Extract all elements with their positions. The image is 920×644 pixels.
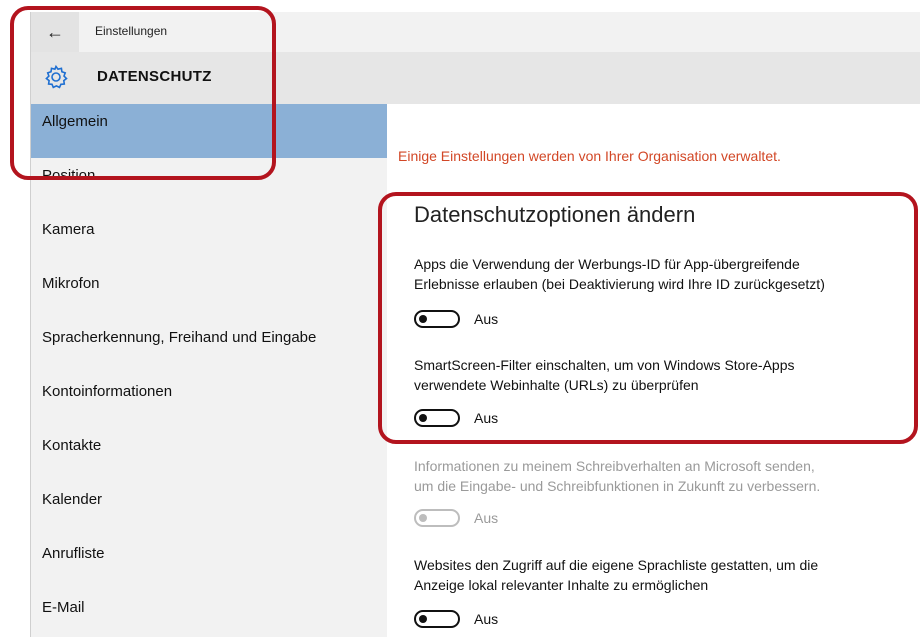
option-description-line: Erlebnisse erlauben (bei Deaktivierung w… bbox=[414, 276, 825, 292]
section-title: Datenschutzoptionen ändern bbox=[414, 202, 696, 227]
option-description-line: verwendete Webinhalte (URLs) zu überprüf… bbox=[414, 377, 699, 393]
title-bar: ← Einstellungen bbox=[31, 12, 920, 52]
toggle-state-label: Aus bbox=[474, 410, 499, 426]
option-description-line: SmartScreen-Filter einschalten, um von W… bbox=[414, 357, 795, 373]
sidebar-item-email[interactable]: E-Mail bbox=[31, 590, 387, 644]
sidebar-item-label: Anrufliste bbox=[42, 545, 105, 562]
language-list-toggle[interactable] bbox=[414, 610, 460, 628]
advertising-id-toggle[interactable] bbox=[414, 310, 460, 328]
option-description: Informationen zu meinem Schreibverhalten… bbox=[414, 456, 914, 496]
sidebar-item-kontoinformationen[interactable]: Kontoinformationen bbox=[31, 374, 387, 428]
option-description-line: Informationen zu meinem Schreibverhalten… bbox=[414, 458, 815, 474]
sidebar-item-kalender[interactable]: Kalender bbox=[31, 482, 387, 536]
sidebar-item-kontakte[interactable]: Kontakte bbox=[31, 428, 387, 482]
toggle-knob bbox=[419, 615, 427, 623]
smartscreen-toggle[interactable] bbox=[414, 409, 460, 427]
sidebar-item-label: Kontakte bbox=[42, 437, 102, 454]
sidebar-item-kamera[interactable]: Kamera bbox=[31, 212, 387, 266]
org-managed-notice: Einige Einstellungen werden von Ihrer Or… bbox=[398, 148, 781, 164]
sidebar-item-label: Kontoinformationen bbox=[42, 383, 173, 400]
window-title: Einstellungen bbox=[95, 24, 168, 38]
sidebar-item-position[interactable]: Position bbox=[31, 158, 387, 212]
gear-icon bbox=[45, 64, 68, 89]
toggle-state-label: Aus bbox=[474, 611, 499, 627]
sidebar-item-label: Position bbox=[42, 167, 96, 184]
toggle-state-label: Aus bbox=[474, 311, 499, 327]
sidebar-item-label: Kalender bbox=[42, 491, 103, 508]
option-description: Apps die Verwendung der Werbungs-ID für … bbox=[414, 254, 914, 294]
option-description-line: Websites den Zugriff auf die eigene Spra… bbox=[414, 557, 819, 573]
back-button[interactable]: ← bbox=[31, 12, 79, 52]
arrow-left-icon: ← bbox=[46, 21, 64, 42]
toggle-knob bbox=[419, 414, 427, 422]
option-description-line: um die Eingabe- und Schreibfunktionen in… bbox=[414, 478, 821, 494]
option-description: SmartScreen-Filter einschalten, um von W… bbox=[414, 355, 914, 395]
sidebar-item-spracherkennung[interactable]: Spracherkennung, Freihand und Eingabe bbox=[31, 320, 387, 374]
sidebar-item-anrufliste[interactable]: Anrufliste bbox=[31, 536, 387, 590]
sidebar-item-label: E-Mail bbox=[42, 599, 85, 616]
sidebar-item-allgemein[interactable]: Allgemein bbox=[31, 104, 387, 158]
option-description-line: Apps die Verwendung der Werbungs-ID für … bbox=[414, 256, 800, 272]
sidebar: Allgemein Position Kamera Mikrofon Sprac… bbox=[31, 104, 387, 637]
sidebar-item-label: Allgemein bbox=[42, 113, 108, 130]
sidebar-item-label: Spracherkennung, Freihand und Eingabe bbox=[42, 329, 317, 346]
toggle-knob bbox=[419, 514, 427, 522]
typing-info-toggle bbox=[414, 509, 460, 527]
toggle-knob bbox=[419, 315, 427, 323]
sidebar-item-label: Kamera bbox=[42, 221, 95, 238]
option-description-line: Anzeige lokal relevanter Inhalte zu ermö… bbox=[414, 577, 709, 593]
sidebar-item-mikrofon[interactable]: Mikrofon bbox=[31, 266, 387, 320]
sidebar-item-label: Mikrofon bbox=[42, 275, 100, 292]
page-header: DATENSCHUTZ bbox=[31, 52, 920, 104]
page-title: DATENSCHUTZ bbox=[97, 68, 212, 85]
toggle-state-label: Aus bbox=[474, 510, 499, 526]
option-description: Websites den Zugriff auf die eigene Spra… bbox=[414, 555, 914, 595]
